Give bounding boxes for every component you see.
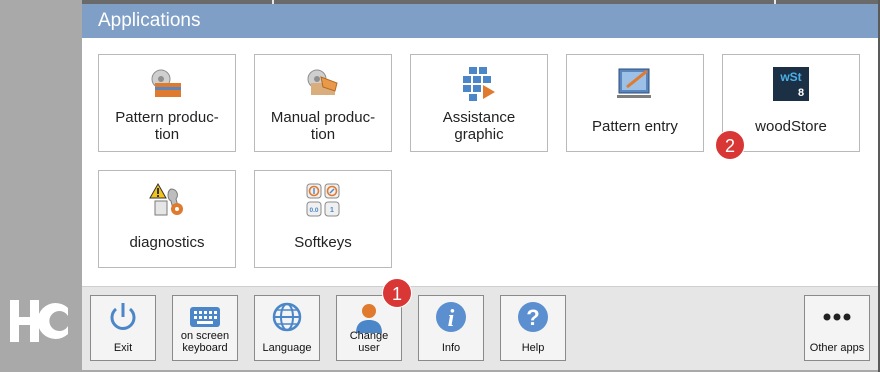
help-icon-glyph: ? bbox=[526, 305, 539, 330]
tile-label: diagnostics bbox=[129, 234, 205, 251]
woodstore-icon-subtext: 8 bbox=[798, 87, 804, 99]
button-label: Help bbox=[521, 342, 545, 354]
hc-logo-icon bbox=[10, 300, 68, 342]
tile-label: Softkeys bbox=[294, 234, 352, 251]
window-title: Applications bbox=[98, 10, 201, 31]
button-label: Exit bbox=[113, 342, 133, 354]
callout-badge-2: 2 bbox=[715, 130, 745, 160]
user-icon bbox=[356, 304, 382, 333]
button-label: Other apps bbox=[809, 342, 865, 354]
diagnostics-icon bbox=[149, 183, 183, 216]
applications-window: Applications Pattern produc- tion Manual… bbox=[82, 4, 878, 370]
on-screen-keyboard-button[interactable]: on screen keyboard bbox=[172, 295, 238, 361]
tile-pattern-production[interactable]: Pattern produc- tion bbox=[98, 54, 236, 152]
woodstore-icon-text: wSt bbox=[779, 70, 801, 84]
keyboard-icon bbox=[190, 307, 220, 327]
softkeys-key-one: 1 bbox=[330, 207, 334, 214]
assistance-graphic-icon bbox=[463, 67, 495, 101]
woodstore-icon: wSt 8 bbox=[773, 67, 809, 101]
tile-label: Pattern entry bbox=[592, 118, 678, 135]
left-sidebar bbox=[0, 0, 82, 372]
info-icon: i bbox=[436, 302, 466, 332]
info-button[interactable]: i Info bbox=[418, 295, 484, 361]
tile-pattern-entry[interactable]: Pattern entry bbox=[566, 54, 704, 152]
window-titlebar: Applications bbox=[82, 4, 878, 38]
info-icon-glyph: i bbox=[448, 306, 455, 332]
softkeys-key-value: 0.0 bbox=[309, 207, 318, 214]
button-label: Change user bbox=[349, 330, 389, 354]
exit-button[interactable]: Exit bbox=[90, 295, 156, 361]
power-icon bbox=[110, 303, 136, 330]
language-button[interactable]: Language bbox=[254, 295, 320, 361]
tile-label: woodStore bbox=[755, 118, 827, 135]
help-icon: ? bbox=[518, 302, 548, 332]
callout-badge-1: 1 bbox=[382, 278, 412, 308]
other-apps-button[interactable]: Other apps bbox=[804, 295, 870, 361]
globe-icon bbox=[272, 302, 302, 332]
softkeys-icon: 0.0 1 bbox=[306, 183, 340, 217]
tile-label: Manual produc- tion bbox=[270, 109, 376, 143]
pattern-production-icon bbox=[151, 69, 181, 97]
button-label: on screen keyboard bbox=[180, 330, 230, 354]
help-button[interactable]: ? Help bbox=[500, 295, 566, 361]
button-label: Language bbox=[262, 342, 312, 354]
bottom-toolbar: Exit on screen keyboard Language Change … bbox=[82, 286, 878, 370]
tile-label: Pattern produc- tion bbox=[115, 109, 219, 143]
manual-production-icon bbox=[307, 69, 338, 95]
tile-manual-production[interactable]: Manual produc- tion bbox=[254, 54, 392, 152]
tile-label: Assistance graphic bbox=[442, 109, 516, 143]
tile-diagnostics[interactable]: diagnostics bbox=[98, 170, 236, 268]
tile-softkeys[interactable]: 0.0 1 Softkeys bbox=[254, 170, 392, 268]
pattern-entry-icon bbox=[617, 68, 651, 98]
app-grid: Pattern produc- tion Manual produc- tion bbox=[82, 38, 878, 286]
tile-assistance-graphic[interactable]: Assistance graphic bbox=[410, 54, 548, 152]
more-icon bbox=[823, 313, 851, 321]
button-label: Info bbox=[441, 342, 461, 354]
